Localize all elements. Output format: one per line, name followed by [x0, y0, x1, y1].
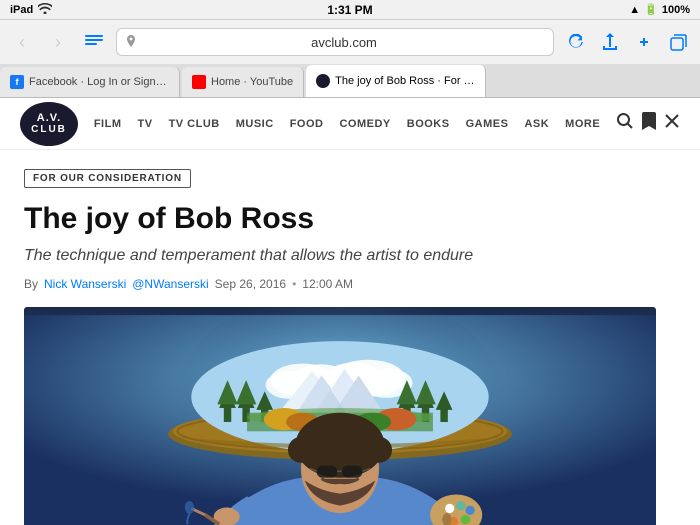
bookmark-icon-btn[interactable]: [642, 112, 656, 135]
status-right: ▲ 🔋 100%: [629, 3, 690, 16]
address-bar[interactable]: avclub.com: [116, 28, 554, 56]
tab-youtube[interactable]: Home · YouTube: [182, 67, 304, 97]
url-text: avclub.com: [143, 35, 545, 50]
ipad-label: iPad: [10, 4, 33, 16]
category-badge: FOR OUR CONSIDERATION: [24, 169, 191, 188]
nav-music[interactable]: MUSIC: [236, 118, 274, 130]
nav-books[interactable]: BOOKS: [407, 118, 450, 130]
article-wrapper: FOR OUR CONSIDERATION The joy of Bob Ros…: [0, 150, 680, 525]
tab-title-avclub: The joy of Bob Ross · For Our Considerat…: [335, 75, 475, 87]
meta-by: By: [24, 277, 38, 291]
nav-more[interactable]: MORE: [565, 118, 600, 130]
nav-icons: [562, 28, 692, 56]
logo-club-text: CLUB: [31, 124, 67, 135]
site-logo: A.V. CLUB: [20, 102, 78, 146]
site-nav-icons: [616, 112, 680, 135]
battery-icon: 🔋: [644, 3, 658, 16]
forward-button[interactable]: ›: [44, 28, 72, 56]
meta-time: 12:00 AM: [302, 277, 353, 291]
article-svg: [24, 307, 656, 525]
signal-icon: ▲: [629, 4, 640, 16]
page-content[interactable]: A.V. CLUB FILM TV TV CLUB MUSIC FOOD COM…: [0, 98, 700, 525]
share-button[interactable]: [596, 28, 624, 56]
tabs-button[interactable]: [664, 28, 692, 56]
article-subtitle: The technique and temperament that allow…: [24, 245, 656, 267]
battery-pct: 100%: [662, 4, 690, 16]
reader-button[interactable]: [80, 28, 108, 56]
nav-food[interactable]: FOOD: [290, 118, 324, 130]
nav-ask[interactable]: ASK: [524, 118, 549, 130]
tab-title-facebook: Facebook · Log In or Sign Up: [29, 76, 169, 88]
tab-favicon-youtube: [192, 75, 206, 89]
meta-author[interactable]: Nick Wanserski: [44, 277, 126, 291]
nav-games[interactable]: GAMES: [466, 118, 509, 130]
site-nav: FILM TV TV CLUB MUSIC FOOD COMEDY BOOKS …: [94, 118, 600, 130]
reload-button[interactable]: [562, 28, 590, 56]
tab-favicon-avclub: [316, 74, 330, 88]
logo-av-text: A.V.: [37, 112, 61, 124]
article-title: The joy of Bob Ross: [24, 202, 656, 237]
site-header: A.V. CLUB FILM TV TV CLUB MUSIC FOOD COM…: [0, 98, 700, 150]
search-icon-btn[interactable]: [616, 112, 634, 135]
wifi-icon: [38, 3, 52, 17]
nav-film[interactable]: FILM: [94, 118, 122, 130]
tab-bar: f Facebook · Log In or Sign Up Home · Yo…: [0, 64, 700, 98]
status-time: 1:31 PM: [327, 3, 372, 17]
new-tab-button[interactable]: [630, 28, 658, 56]
tab-favicon-facebook: f: [10, 75, 24, 89]
tab-title-youtube: Home · YouTube: [211, 76, 293, 88]
meta-date: Sep 26, 2016: [215, 277, 286, 291]
close-icon-btn[interactable]: [664, 113, 680, 134]
status-bar: iPad 1:31 PM ▲ 🔋 100%: [0, 0, 700, 20]
nav-tv-club[interactable]: TV CLUB: [169, 118, 220, 130]
tab-facebook[interactable]: f Facebook · Log In or Sign Up: [0, 67, 180, 97]
nav-tv[interactable]: TV: [138, 118, 153, 130]
article-image: [24, 307, 656, 525]
status-left: iPad: [10, 3, 52, 17]
meta-bullet: •: [292, 277, 296, 291]
nav-comedy[interactable]: COMEDY: [339, 118, 390, 130]
article-meta: By Nick Wanserski @NWanserski Sep 26, 20…: [24, 277, 656, 291]
nav-bar: ‹ › avclub.com: [0, 20, 700, 64]
meta-twitter[interactable]: @NWanserski: [132, 277, 208, 291]
back-button[interactable]: ‹: [8, 28, 36, 56]
tab-avclub[interactable]: The joy of Bob Ross · For Our Considerat…: [306, 65, 486, 97]
